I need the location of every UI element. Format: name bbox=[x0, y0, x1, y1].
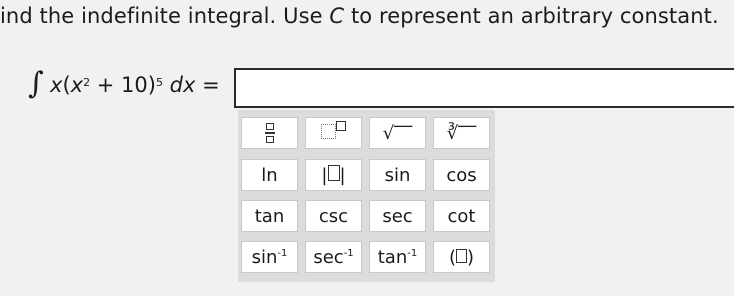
integral-sign: ∫ bbox=[28, 66, 44, 101]
instruction-text: ind the indefinite integral. Use C to re… bbox=[0, 4, 734, 28]
arcsin-label: sin-1 bbox=[251, 246, 288, 268]
cot-button[interactable]: cot bbox=[433, 200, 490, 232]
csc-button[interactable]: csc bbox=[305, 200, 362, 232]
tan-button[interactable]: tan bbox=[241, 200, 298, 232]
cube-root-icon: ∛‾‾ bbox=[446, 122, 477, 144]
square-root-icon: √‾‾ bbox=[382, 122, 413, 144]
square-root-button[interactable]: √‾‾ bbox=[369, 117, 426, 149]
math-keypad: √‾‾ ∛‾‾ ln | | sin cos tan csc sec cot si… bbox=[238, 110, 495, 282]
cos-button[interactable]: cos bbox=[433, 159, 490, 191]
sin-label: sin bbox=[384, 164, 411, 186]
integrand: x(x2 + 10)5 dx = bbox=[50, 70, 220, 104]
cos-label: cos bbox=[446, 164, 477, 186]
integrand-x1: x bbox=[50, 73, 63, 97]
integrand-open-paren: ( bbox=[62, 73, 71, 97]
integrand-exponent-2: 2 bbox=[83, 76, 91, 89]
equals-sign: = bbox=[195, 73, 220, 97]
integral-expression: ∫ x(x2 + 10)5 dx = bbox=[28, 62, 243, 106]
sin-button[interactable]: sin bbox=[369, 159, 426, 191]
csc-label: csc bbox=[318, 205, 349, 227]
instruction-part1: ind the indefinite integral. Use bbox=[0, 4, 330, 28]
constant-variable: C bbox=[329, 4, 345, 28]
instruction-part2: to represent an arbitrary constant. bbox=[344, 4, 719, 28]
parentheses-icon: () bbox=[448, 246, 475, 268]
answer-input[interactable] bbox=[234, 68, 734, 108]
ln-button[interactable]: ln bbox=[241, 159, 298, 191]
sec-button[interactable]: sec bbox=[369, 200, 426, 232]
ln-label: ln bbox=[261, 164, 278, 186]
arcsec-button[interactable]: sec-1 bbox=[305, 241, 362, 273]
tan-label: tan bbox=[254, 205, 285, 227]
fraction-icon bbox=[264, 123, 275, 143]
integrand-dx: dx bbox=[162, 73, 196, 97]
arcsec-label: sec-1 bbox=[313, 246, 354, 268]
arctan-button[interactable]: tan-1 bbox=[369, 241, 426, 273]
sec-label: sec bbox=[382, 205, 413, 227]
arcsin-button[interactable]: sin-1 bbox=[241, 241, 298, 273]
cot-label: cot bbox=[447, 205, 476, 227]
absolute-value-icon: | | bbox=[321, 164, 346, 186]
exponent-button[interactable] bbox=[305, 117, 362, 149]
absolute-value-button[interactable]: | | bbox=[305, 159, 362, 191]
integrand-plus-10: + 10) bbox=[90, 73, 156, 97]
arctan-label: tan-1 bbox=[377, 246, 418, 268]
parentheses-button[interactable]: () bbox=[433, 241, 490, 273]
integrand-x2: x bbox=[70, 73, 84, 97]
fraction-button[interactable] bbox=[241, 117, 298, 149]
exponent-icon bbox=[321, 120, 346, 144]
integrand-exponent-5: 5 bbox=[155, 76, 163, 89]
cube-root-button[interactable]: ∛‾‾ bbox=[433, 117, 490, 149]
